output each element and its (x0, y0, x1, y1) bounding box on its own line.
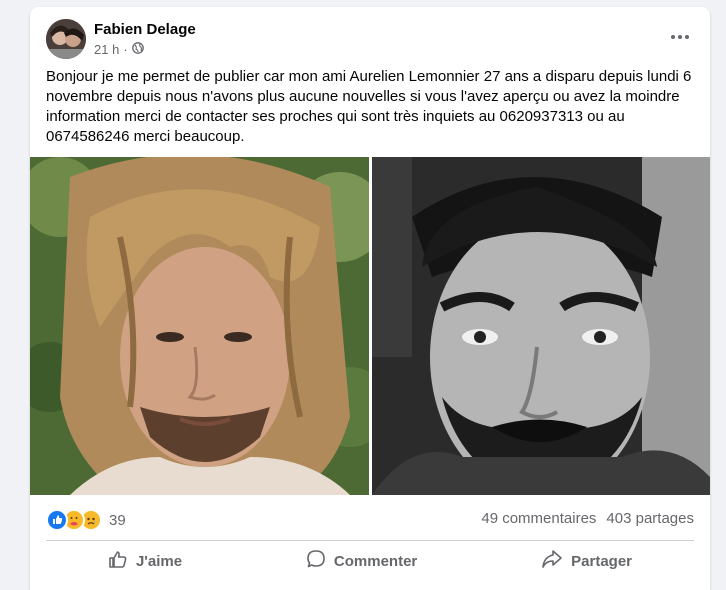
meta-separator: · (123, 42, 128, 57)
reactions-summary[interactable]: 39 (46, 509, 126, 531)
author-avatar[interactable] (46, 19, 86, 59)
post-actions: J'aime Commenter Partager (46, 545, 694, 577)
share-arrow-icon (541, 549, 563, 573)
author-name[interactable]: Fabien Delage (94, 21, 196, 38)
thumbs-up-icon (108, 549, 128, 573)
comment-bubble-icon (306, 549, 326, 573)
post-photos (30, 157, 710, 495)
shares-count[interactable]: 403 partages (606, 510, 694, 527)
comment-button[interactable]: Commenter (294, 545, 429, 577)
actions-divider (46, 540, 694, 541)
like-label: J'aime (135, 552, 183, 570)
globe-icon[interactable] (131, 42, 144, 57)
comments-count[interactable]: 49 commentaires (481, 510, 596, 527)
post-stats: 39 49 commentaires 403 partages (46, 507, 694, 531)
post-time[interactable]: 21 h (94, 42, 119, 57)
post-header: Fabien Delage 21 h · (46, 19, 694, 59)
comment-label: Commenter (333, 552, 418, 570)
post-meta: 21 h · (94, 42, 144, 57)
like-icon (46, 509, 68, 531)
engagement-counts: 49 commentaires 403 partages (481, 510, 694, 527)
share-label: Partager (571, 552, 633, 570)
post-text: Bonjour je me permet de publier car mon … (46, 68, 692, 145)
more-options-icon[interactable] (666, 25, 694, 49)
reaction-count: 39 (109, 511, 126, 529)
like-button[interactable]: J'aime (96, 545, 194, 577)
photo-long-hair-man[interactable] (30, 157, 369, 495)
photo-bearded-man[interactable] (372, 157, 710, 495)
post-card: Fabien Delage 21 h · Bonjour je me perme… (30, 7, 710, 590)
share-button[interactable]: Partager (529, 545, 644, 577)
